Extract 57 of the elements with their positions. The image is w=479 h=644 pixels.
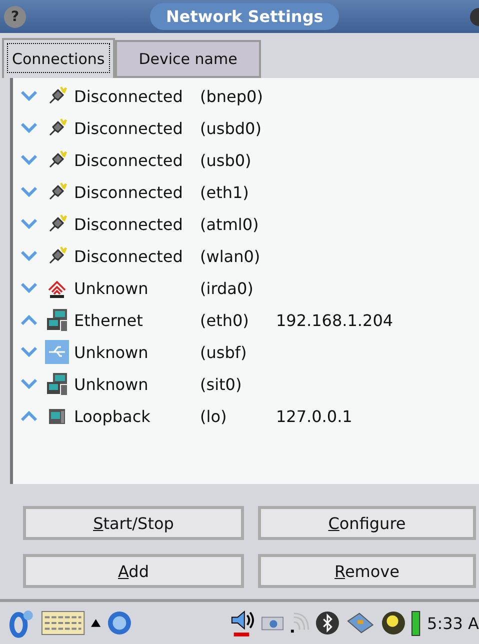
clock: 5:33 A bbox=[427, 614, 479, 632]
window-title: Network Settings bbox=[150, 3, 340, 30]
connection-status: Disconnected bbox=[74, 182, 184, 202]
chevron-down-icon[interactable] bbox=[20, 218, 38, 230]
connection-status: Unknown bbox=[74, 374, 150, 394]
device-name: (usbf) bbox=[200, 342, 248, 362]
chevron-down-icon[interactable] bbox=[20, 346, 38, 358]
action-button[interactable]: Remove bbox=[258, 554, 476, 588]
connection-status: Ethernet bbox=[74, 310, 144, 330]
close-icon[interactable] bbox=[469, 6, 479, 26]
connection-status: Loopback bbox=[74, 406, 152, 426]
device-name: (bnep0) bbox=[200, 86, 264, 106]
usb-icon bbox=[44, 340, 70, 364]
connection-status: Unknown bbox=[74, 342, 150, 362]
device-name: (eth0) bbox=[200, 310, 250, 330]
device-name: (usb0) bbox=[200, 150, 252, 170]
ip-address: 192.168.1.204 bbox=[276, 310, 394, 330]
chevron-down-icon[interactable] bbox=[20, 378, 38, 390]
device-name: (usbd0) bbox=[200, 118, 262, 138]
help-button[interactable]: ? bbox=[4, 6, 26, 28]
chevron-up-icon[interactable] bbox=[20, 314, 38, 326]
device-name: (wlan0) bbox=[200, 246, 262, 266]
speaker-icon[interactable] bbox=[230, 608, 255, 638]
device-name: (irda0) bbox=[200, 278, 254, 298]
bluetooth-icon[interactable] bbox=[314, 610, 340, 636]
tab[interactable]: Connections bbox=[2, 38, 115, 78]
connection-status: Unknown bbox=[74, 278, 150, 298]
action-button[interactable]: Configure bbox=[258, 506, 476, 540]
battery-icon[interactable] bbox=[411, 609, 422, 637]
card-icon[interactable] bbox=[346, 611, 375, 635]
camera-icon[interactable] bbox=[260, 615, 284, 631]
connection-status: Disconnected bbox=[74, 86, 184, 106]
device-name: (sit0) bbox=[200, 374, 243, 394]
chevron-up-icon[interactable] bbox=[20, 410, 38, 422]
computers-icon bbox=[44, 372, 70, 396]
chevron-down-icon[interactable] bbox=[20, 282, 38, 294]
connection-status: Disconnected bbox=[74, 150, 184, 170]
device-name: (atml0) bbox=[200, 214, 260, 234]
launcher-icon[interactable] bbox=[8, 608, 35, 638]
tab[interactable]: Device name bbox=[114, 40, 262, 78]
device-name: (lo) bbox=[200, 406, 228, 426]
keyboard-icon[interactable] bbox=[40, 610, 85, 636]
wireless-icon[interactable] bbox=[290, 612, 309, 634]
chevron-down-icon[interactable] bbox=[20, 90, 38, 102]
chevron-down-icon[interactable] bbox=[20, 122, 38, 134]
triangle-up-icon[interactable] bbox=[90, 619, 101, 627]
ip-address: 127.0.0.1 bbox=[276, 406, 352, 426]
chevron-down-icon[interactable] bbox=[20, 186, 38, 198]
action-button[interactable]: Add bbox=[23, 554, 244, 588]
computers-icon bbox=[44, 308, 70, 332]
connection-status: Disconnected bbox=[74, 246, 184, 266]
connection-status: Disconnected bbox=[74, 214, 184, 234]
action-button[interactable]: Start/Stop bbox=[23, 506, 244, 540]
chevron-down-icon[interactable] bbox=[20, 250, 38, 262]
connection-status: Disconnected bbox=[74, 118, 184, 138]
device-name: (eth1) bbox=[200, 182, 250, 202]
chevron-down-icon[interactable] bbox=[20, 154, 38, 166]
